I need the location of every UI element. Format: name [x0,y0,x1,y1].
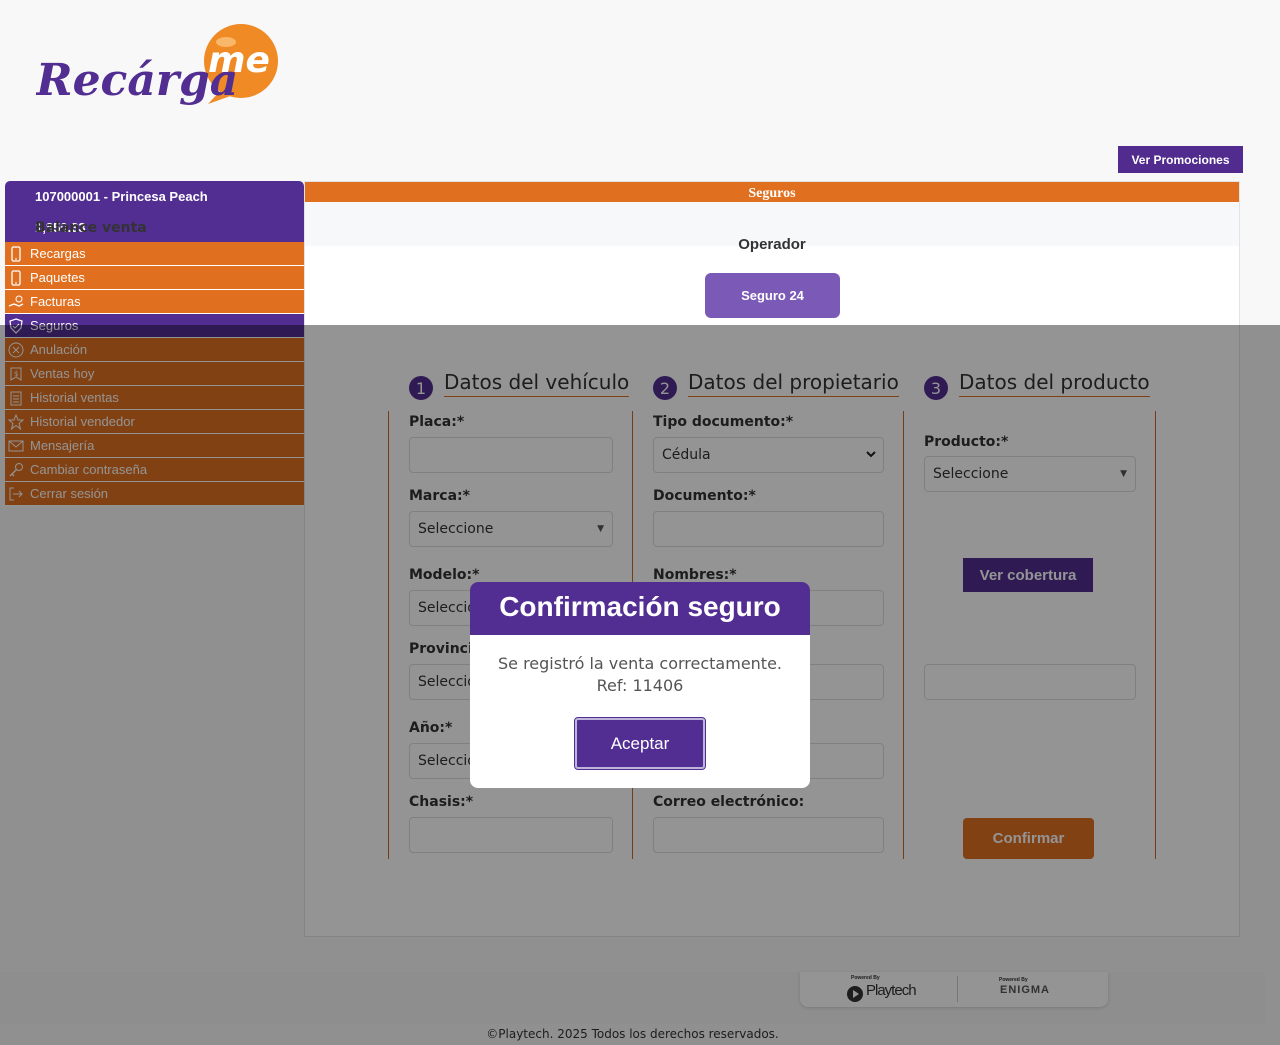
balance-label: Balance venta [35,220,147,236]
account-id-name: 107000001 - Princesa Peach [35,189,208,204]
modal-reference: Ref: 11406 [596,676,684,695]
svg-text:me: me [208,40,270,81]
sidebar-item-facturas[interactable]: Facturas [5,290,304,314]
recargame-logo: Recárga me [34,20,286,115]
modal-message: Se registró la venta correctamente. Ref:… [470,653,810,697]
modal-title: Confirmación seguro [470,582,810,635]
sidebar-item-recargas[interactable]: Recargas [5,242,304,266]
confirmation-modal: Confirmación seguro Se registró la venta… [470,582,810,788]
sidebar-item-label: Facturas [30,294,81,309]
modal-message-text: Se registró la venta correctamente. [497,654,783,673]
accept-button[interactable]: Aceptar [574,717,706,770]
sidebar-item-paquetes[interactable]: Paquetes [5,266,304,290]
operator-label: Operador [738,236,806,253]
panel-title: Seguros [305,182,1239,202]
money-hand-icon [8,294,24,310]
sidebar-item-label: Paquetes [30,270,85,285]
phone-icon [8,245,24,262]
account-panel: 107000001 - Princesa Peach Balance venta… [5,181,304,242]
sidebar-item-label: Recargas [30,246,86,261]
operator-seguro24-button[interactable]: Seguro 24 [705,273,840,318]
phone-icon [8,269,24,286]
promotions-button[interactable]: Ver Promociones [1118,146,1243,173]
